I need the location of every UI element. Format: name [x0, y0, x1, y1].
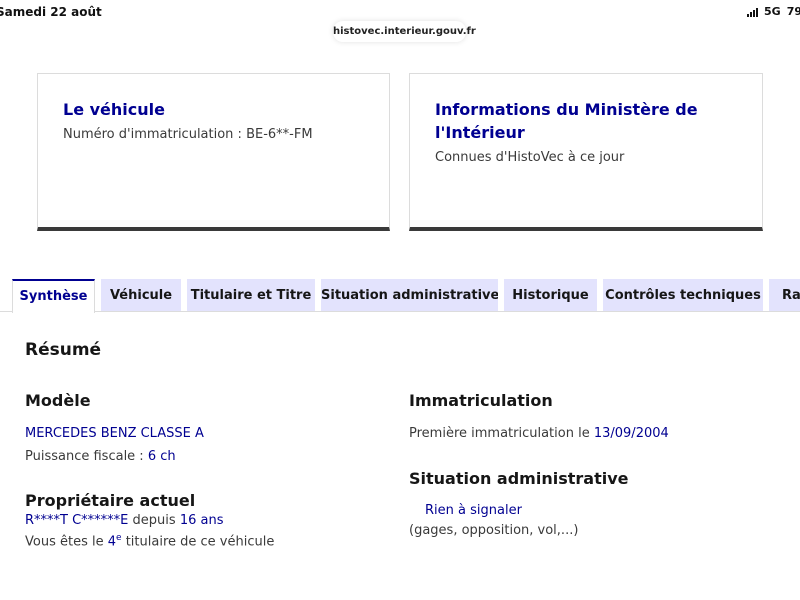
- ministry-card: Informations du Ministère de l'Intérieur…: [409, 73, 763, 231]
- tab-controles-techniques[interactable]: Contrôles techniques: [603, 279, 763, 312]
- tab-synthese[interactable]: Synthèse: [12, 279, 95, 313]
- signal-icon: [747, 7, 758, 17]
- admin-detail: (gages, opposition, vol,...): [409, 523, 579, 538]
- tab-situation-administrative[interactable]: Situation administrative: [321, 279, 498, 312]
- rank-sup: e: [116, 533, 122, 543]
- plate-number: Numéro d'immatriculation : BE-6**-FM: [63, 127, 313, 142]
- rank-suffix: titulaire de ce véhicule: [125, 534, 275, 550]
- rank-prefix: Vous êtes le: [25, 534, 104, 550]
- ministry-card-title: Informations du Ministère de l'Intérieur: [435, 98, 737, 144]
- tab-titulaire[interactable]: Titulaire et Titre: [187, 279, 315, 312]
- registration-heading: Immatriculation: [409, 391, 553, 410]
- resume-heading: Résumé: [25, 340, 102, 360]
- tab-historique[interactable]: Historique: [504, 279, 597, 312]
- owner-line: R****T C******E depuis 16 ans: [25, 513, 223, 528]
- model-heading: Modèle: [25, 391, 91, 410]
- owner-heading: Propriétaire actuel: [25, 491, 196, 510]
- owner-since-label: depuis: [132, 513, 176, 528]
- battery-level: 79: [786, 5, 800, 18]
- vehicle-card: Le véhicule Numéro d'immatriculation : B…: [37, 73, 390, 231]
- owner-name: R****T C******E: [25, 513, 129, 528]
- ministry-title-line2: l'Intérieur: [435, 123, 525, 142]
- status-right: 5G 79: [747, 5, 800, 18]
- admin-status: Rien à signaler: [425, 503, 522, 518]
- fiscal-power-value: 6 ch: [147, 449, 176, 464]
- address-bar[interactable]: histovec.interieur.gouv.fr: [333, 21, 476, 42]
- owner-since-value: 16 ans: [179, 513, 224, 528]
- tab-bar: Synthèse Véhicule Titulaire et Titre Sit…: [0, 279, 800, 313]
- url-text: histovec.interieur.gouv.fr: [333, 26, 476, 37]
- owner-rank: Vous êtes le 4e titulaire de ce véhicule: [25, 533, 274, 549]
- fiscal-power: Puissance fiscale : 6 ch: [25, 449, 176, 464]
- first-registration-date: 13/09/2004: [593, 426, 669, 441]
- admin-situation-heading: Situation administrative: [409, 469, 629, 488]
- ministry-title-line1: Informations du Ministère de: [435, 100, 698, 119]
- first-registration: Première immatriculation le 13/09/2004: [409, 426, 669, 441]
- synthese-panel: Résumé Modèle MERCEDES BENZ CLASSE A Pui…: [0, 311, 800, 600]
- network-label: 5G: [764, 5, 781, 18]
- ministry-card-subtitle: Connues d'HistoVec à ce jour: [435, 150, 625, 165]
- rank-value: 4: [107, 534, 117, 550]
- tab-vehicule[interactable]: Véhicule: [101, 279, 181, 312]
- fiscal-power-label: Puissance fiscale :: [25, 449, 144, 464]
- first-registration-label: Première immatriculation le: [409, 426, 590, 441]
- vehicle-card-title: Le véhicule: [63, 100, 165, 119]
- tab-rapport[interactable]: Rap: [769, 279, 800, 312]
- model-name: MERCEDES BENZ CLASSE A: [25, 426, 204, 441]
- status-date: Samedi 22 août: [0, 5, 102, 19]
